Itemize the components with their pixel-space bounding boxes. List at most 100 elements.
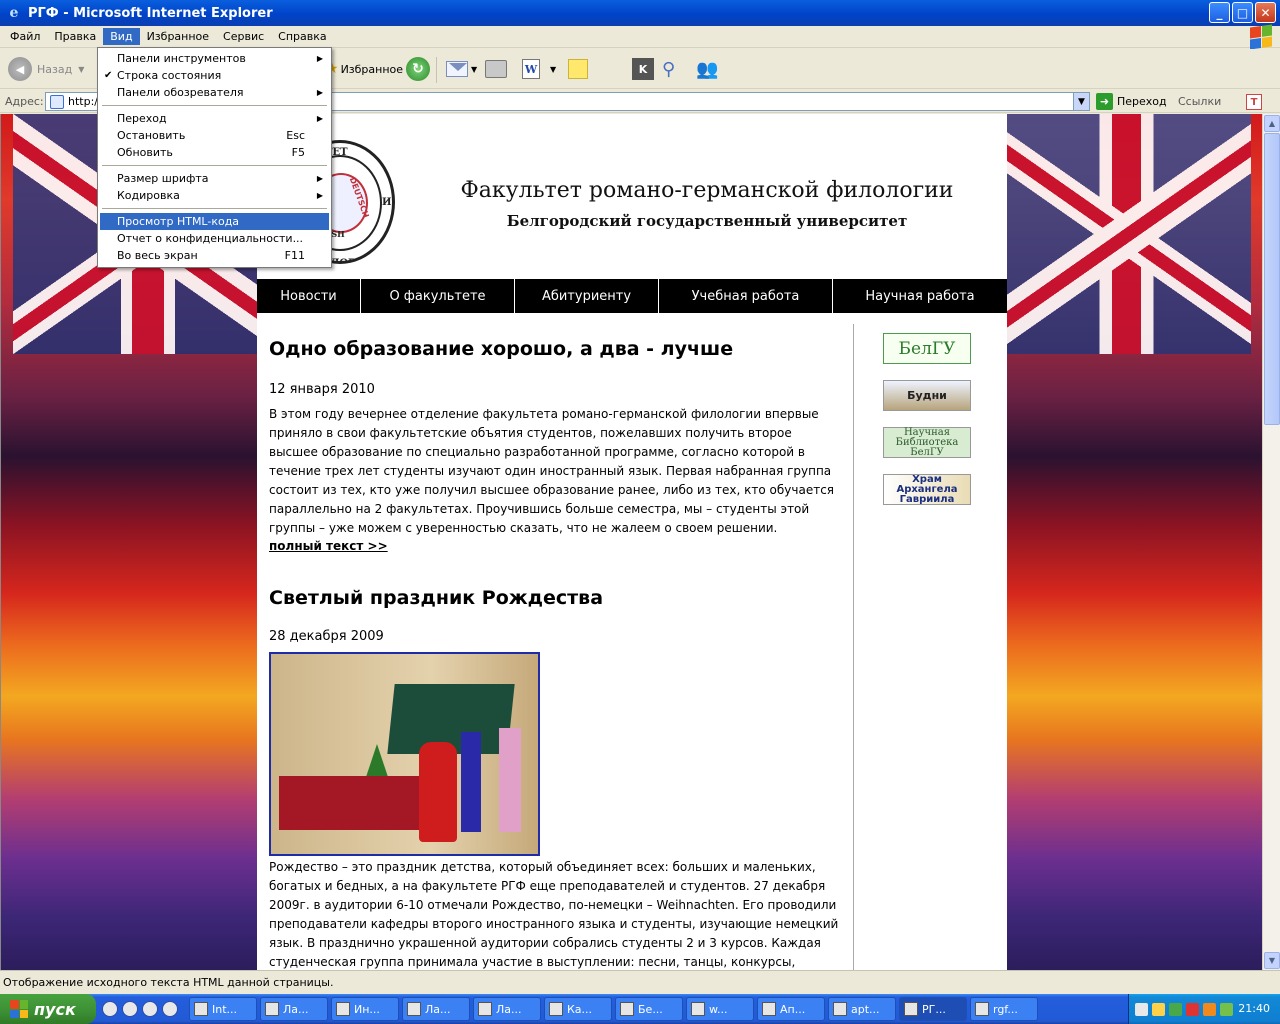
- view-menu-item[interactable]: Панели обозревателя ▶: [100, 84, 329, 101]
- tray-icon[interactable]: [1152, 1002, 1165, 1016]
- quicklaunch-icon[interactable]: [122, 1001, 138, 1017]
- menu-help[interactable]: Справка: [271, 28, 333, 45]
- site-subtitle: Белгородский государственный университет: [506, 212, 908, 230]
- taskbar-button[interactable]: Ап...: [757, 997, 825, 1021]
- scroll-down-icon[interactable]: ▼: [1264, 952, 1280, 969]
- view-menu-item[interactable]: Во весь экран F11: [100, 247, 329, 264]
- task-app-icon: [265, 1002, 279, 1016]
- favorites-button[interactable]: ★ Избранное: [326, 55, 403, 83]
- taskbar: пуск Int... Ла... Ин... Ла... Ла... Ка... Бе..…: [0, 994, 1280, 1024]
- task-label: Int...: [212, 1002, 238, 1016]
- article-date: 28 декабря 2009: [269, 629, 384, 644]
- quicklaunch-icon[interactable]: [102, 1001, 118, 1017]
- windows-logo-icon: [1250, 24, 1272, 50]
- window-title: РГФ - Microsoft Internet Explorer: [28, 5, 273, 21]
- research-button[interactable]: ⚲: [662, 55, 675, 83]
- menu-item-label: Остановить: [117, 129, 186, 142]
- nav-academic[interactable]: Учебная работа: [659, 279, 833, 313]
- article-title[interactable]: Светлый праздник Рождества: [269, 587, 844, 609]
- banner-budni[interactable]: Будни: [883, 380, 971, 411]
- menu-file[interactable]: Файл: [3, 28, 47, 45]
- taskbar-button[interactable]: Int...: [189, 997, 257, 1021]
- print-button[interactable]: [485, 55, 507, 83]
- history-button[interactable]: ↻: [406, 55, 430, 83]
- taskbar-button[interactable]: Ка...: [544, 997, 612, 1021]
- tray-icon[interactable]: [1169, 1002, 1182, 1016]
- mail-button[interactable]: ▼: [446, 55, 477, 83]
- minimize-button[interactable]: _: [1209, 2, 1230, 23]
- taskbar-button[interactable]: apt...: [828, 997, 896, 1021]
- edit-button[interactable]: W ▼: [522, 55, 556, 83]
- submenu-arrow-icon: ▶: [316, 174, 323, 183]
- vertical-scrollbar[interactable]: ▲ ▼: [1262, 114, 1280, 970]
- tray-icon[interactable]: [1186, 1002, 1199, 1016]
- banner-belgu[interactable]: БелГУ: [883, 333, 971, 364]
- messenger-button[interactable]: 👥: [696, 55, 718, 83]
- taskbar-button[interactable]: Ин...: [331, 997, 399, 1021]
- banner-church[interactable]: Храм Архангела Гавриила: [883, 474, 971, 505]
- menu-separator: [102, 165, 327, 166]
- task-label: apt...: [851, 1002, 880, 1016]
- taskbar-button[interactable]: РГ...: [899, 997, 967, 1021]
- back-dropdown-icon[interactable]: ▼: [78, 65, 84, 74]
- status-text: Отображение исходного текста HTML данной…: [3, 976, 334, 989]
- christmas-photo[interactable]: [269, 652, 540, 856]
- view-menu-item[interactable]: Переход ▶: [100, 110, 329, 127]
- nav-applicants[interactable]: Абитуриенту: [515, 279, 659, 313]
- close-button[interactable]: ✕: [1255, 2, 1276, 23]
- tray-icon[interactable]: [1203, 1002, 1216, 1016]
- scroll-up-icon[interactable]: ▲: [1264, 115, 1280, 132]
- notes-button[interactable]: [568, 55, 588, 83]
- taskbar-button[interactable]: Ла...: [473, 997, 541, 1021]
- start-button[interactable]: пуск: [0, 994, 96, 1024]
- view-menu-item[interactable]: Кодировка ▶: [100, 187, 329, 204]
- view-menu-item[interactable]: ✔ Строка состояния: [100, 67, 329, 84]
- tray-icon[interactable]: [1220, 1002, 1233, 1016]
- menu-tools[interactable]: Сервис: [216, 28, 271, 45]
- view-menu-item[interactable]: Остановить Esc: [100, 127, 329, 144]
- mail-dropdown-icon[interactable]: ▼: [471, 65, 477, 74]
- menu-favorites[interactable]: Избранное: [140, 28, 216, 45]
- task-app-icon: [904, 1002, 918, 1016]
- menu-bar: Файл Правка Вид Избранное Сервис Справка: [0, 26, 1280, 48]
- go-button[interactable]: ➜ Переход: [1096, 93, 1167, 110]
- edit-dropdown-icon[interactable]: ▼: [550, 65, 556, 74]
- quicklaunch-icon[interactable]: [162, 1001, 178, 1017]
- taskbar-button[interactable]: Бе...: [615, 997, 683, 1021]
- back-button[interactable]: ◀ Назад ▼: [8, 55, 84, 83]
- article-title[interactable]: Одно образование хорошо, а два - лучше: [269, 338, 844, 360]
- menu-item-label: Просмотр HTML-кода: [117, 215, 240, 228]
- scroll-thumb[interactable]: [1264, 133, 1280, 425]
- task-app-icon: [620, 1002, 634, 1016]
- nav-news[interactable]: Новости: [257, 279, 361, 313]
- mail-icon: [446, 61, 468, 77]
- taskbar-button[interactable]: w...: [686, 997, 754, 1021]
- nav-research[interactable]: Научная работа: [833, 279, 1007, 313]
- read-more-link[interactable]: полный текст >>: [269, 539, 844, 553]
- banner-library[interactable]: Научная Библиотека БелГУ: [883, 427, 971, 458]
- nav-about[interactable]: О факультете: [361, 279, 515, 313]
- ie-app-icon[interactable]: e: [6, 5, 22, 21]
- view-menu-item[interactable]: Панели инструментов ▶: [100, 50, 329, 67]
- view-menu-item[interactable]: Размер шрифта ▶: [100, 170, 329, 187]
- menu-item-label: Размер шрифта: [117, 172, 209, 185]
- maximize-button[interactable]: □: [1232, 2, 1253, 23]
- k-button[interactable]: K: [632, 55, 654, 83]
- address-dropdown-icon[interactable]: ▼: [1073, 93, 1089, 110]
- view-menu-item[interactable]: Обновить F5: [100, 144, 329, 161]
- menu-item-label: Панели обозревателя: [117, 86, 244, 99]
- tray-icon[interactable]: [1135, 1002, 1148, 1016]
- view-menu-item[interactable]: Отчет о конфиденциальности...: [100, 230, 329, 247]
- translate-icon[interactable]: T: [1246, 94, 1262, 110]
- submenu-arrow-icon: ▶: [316, 114, 323, 123]
- view-menu-item[interactable]: Просмотр HTML-кода: [100, 213, 329, 230]
- site-header: ЛЬТЕТ DEUTSCH LISH СКОЙ ФИЛОЛОГИ И Факул…: [257, 128, 1007, 278]
- quicklaunch-icon[interactable]: [142, 1001, 158, 1017]
- menu-edit[interactable]: Правка: [47, 28, 103, 45]
- menu-view[interactable]: Вид: [103, 28, 140, 45]
- taskbar-button[interactable]: rgf...: [970, 997, 1038, 1021]
- taskbar-button[interactable]: Ла...: [260, 997, 328, 1021]
- taskbar-button[interactable]: Ла...: [402, 997, 470, 1021]
- task-label: Бе...: [638, 1002, 663, 1016]
- links-label[interactable]: Ссылки: [1178, 95, 1221, 108]
